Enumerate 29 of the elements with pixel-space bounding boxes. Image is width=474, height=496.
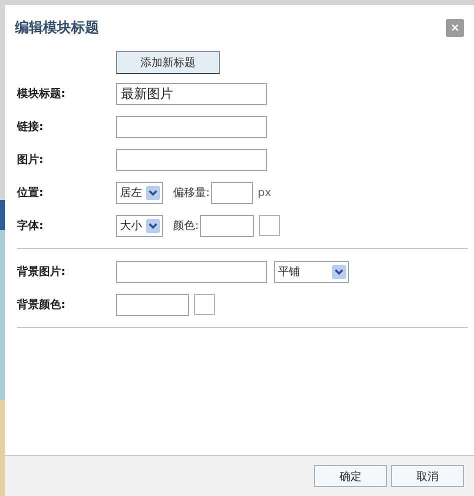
offset-input[interactable]: [210, 182, 253, 204]
font-size-select[interactable]: 大小: [116, 214, 163, 236]
dropdown-icon: [332, 264, 346, 278]
field-label: 位置:: [17, 185, 44, 200]
repeat-select[interactable]: 平铺: [274, 260, 349, 282]
field-label: 背景颜色:: [17, 297, 66, 312]
field-label: 字体:: [17, 218, 44, 233]
add-title-button[interactable]: 添加新标题: [116, 50, 220, 74]
unit-label: px: [258, 186, 272, 199]
position-select[interactable]: 居左: [116, 182, 163, 204]
dropdown-icon: [146, 218, 160, 232]
background-color-input[interactable]: [116, 294, 189, 316]
image-input[interactable]: [116, 148, 267, 170]
field-label: 模块标题:: [17, 86, 66, 101]
dialog-button[interactable]: 取消: [391, 465, 464, 487]
color-swatch[interactable]: [194, 294, 215, 315]
background-image-input[interactable]: [116, 260, 267, 282]
dropdown-icon: [146, 186, 160, 200]
field-label: 背景图片:: [17, 264, 66, 279]
field-label: 图片:: [17, 152, 44, 167]
color-input[interactable]: [200, 214, 254, 236]
dialog-title: 编辑模块标题: [15, 19, 99, 37]
offset-label: 偏移量:: [173, 185, 210, 200]
title-input[interactable]: 最新图片: [116, 82, 267, 104]
color-swatch[interactable]: [258, 215, 280, 236]
link-input[interactable]: [116, 116, 267, 138]
dialog-button[interactable]: 确定: [314, 465, 387, 487]
color-label: 颜色:: [173, 218, 199, 233]
field-label: 链接:: [17, 119, 44, 134]
